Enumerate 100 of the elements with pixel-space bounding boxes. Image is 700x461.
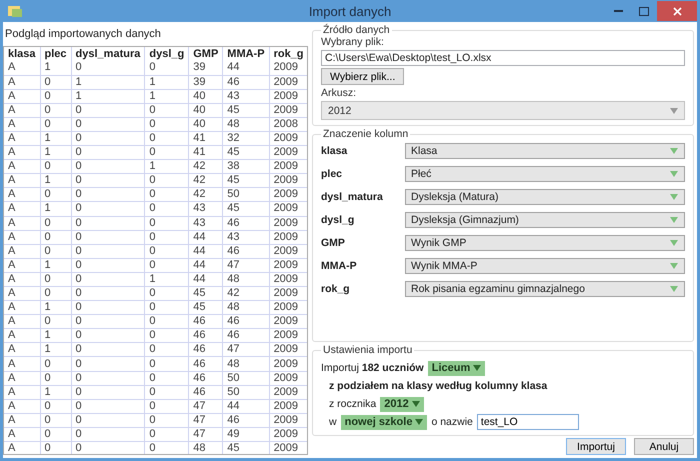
table-cell: 0 xyxy=(71,244,145,258)
table-cell: A xyxy=(4,413,40,428)
table-cell: 0 xyxy=(144,413,189,428)
table-cell: 0 xyxy=(40,371,72,386)
table-cell: 0 xyxy=(71,427,145,442)
table-cell: 1 xyxy=(40,328,72,343)
table-cell: 41 xyxy=(188,131,223,146)
meaning-dropdown[interactable]: Wynik GMP xyxy=(405,234,685,250)
table-cell: 0 xyxy=(71,258,145,272)
table-cell: 47 xyxy=(188,427,223,442)
table-cell: 42 xyxy=(188,160,223,174)
table-cell: 0 xyxy=(40,244,72,258)
meaning-dropdown[interactable]: Dysleksja (Gimnazjum) xyxy=(405,212,685,228)
table-cell: 0 xyxy=(71,342,145,357)
table-cell: 0 xyxy=(71,385,145,400)
table-cell: 2009 xyxy=(269,103,307,118)
year-label: z rocznika xyxy=(329,398,376,410)
column-header[interactable]: plec xyxy=(40,47,72,61)
close-button[interactable] xyxy=(657,1,697,21)
table-cell: 0 xyxy=(71,61,145,76)
table-cell: 2009 xyxy=(269,216,307,230)
column-header[interactable]: dysl_g xyxy=(144,47,189,61)
table-cell: 2009 xyxy=(269,202,307,216)
table-cell: 48 xyxy=(222,356,270,372)
column-name: klasa xyxy=(321,144,348,156)
meaning-dropdown[interactable]: Klasa xyxy=(405,142,685,158)
school-type-dropdown[interactable]: Liceum xyxy=(428,360,486,376)
table-cell: A xyxy=(4,244,40,258)
table-cell: 0 xyxy=(40,117,72,132)
import-button[interactable]: Importuj xyxy=(566,438,626,455)
field-label: Arkusz: xyxy=(321,87,358,99)
table-cell: 0 xyxy=(71,328,145,343)
table-cell: 1 xyxy=(71,75,145,90)
table-cell: 0 xyxy=(71,371,145,386)
table-cell: 44 xyxy=(188,272,223,286)
table-cell: A xyxy=(4,272,40,286)
year-dropdown[interactable]: 2012 xyxy=(380,396,424,412)
table-cell: 1 xyxy=(40,131,72,146)
meaning-dropdown[interactable]: Dysleksja (Matura) xyxy=(405,188,685,204)
table-cell: 0 xyxy=(40,399,72,414)
dropdown-arrow-icon xyxy=(670,194,678,200)
dropdown-arrow-icon xyxy=(670,108,678,114)
dropdown-arrow-icon xyxy=(670,286,678,292)
table-cell: 0 xyxy=(71,300,145,315)
sheet-dropdown[interactable]: 2012 xyxy=(321,101,685,120)
table-cell: A xyxy=(4,174,40,188)
column-header[interactable]: GMP xyxy=(188,47,223,61)
table-cell: A xyxy=(4,202,40,216)
table-cell: 44 xyxy=(222,399,270,414)
table-cell: 2009 xyxy=(269,258,307,272)
table-cell: A xyxy=(4,188,40,202)
table-cell: 2009 xyxy=(269,244,307,258)
table-cell: 0 xyxy=(40,272,72,286)
table-cell: A xyxy=(4,442,40,454)
table-cell: A xyxy=(4,131,40,146)
table-cell: 0 xyxy=(40,230,72,244)
school-name-field[interactable]: test_LO xyxy=(476,414,579,430)
file-path-field[interactable]: C:\Users\Ewa\Desktop\test_LO.xlsx xyxy=(321,50,685,66)
table-cell: 0 xyxy=(144,61,189,76)
table-cell: 42 xyxy=(188,174,223,188)
table-cell: 44 xyxy=(188,258,223,272)
dropdown-arrow-icon xyxy=(415,419,424,425)
table-cell: 45 xyxy=(188,300,223,315)
table-cell: A xyxy=(4,146,40,160)
table-cell: 42 xyxy=(188,188,223,202)
table-cell: 0 xyxy=(144,117,189,132)
table-cell: 41 xyxy=(188,146,223,160)
table-cell: 46 xyxy=(222,413,270,428)
meaning-dropdown[interactable]: Rok pisania egzaminu gimnazjalnego xyxy=(405,280,685,296)
table-cell: 2009 xyxy=(269,131,307,146)
table-cell: 2009 xyxy=(269,300,307,315)
meaning-dropdown[interactable]: Płeć xyxy=(405,166,685,182)
table-cell: 46 xyxy=(188,371,223,386)
target-school-dropdown[interactable]: nowej szkole xyxy=(340,414,428,430)
window-title: Import danych xyxy=(308,4,392,18)
table-cell: 2009 xyxy=(269,385,307,400)
table-cell: 0 xyxy=(144,188,189,202)
table-cell: 0 xyxy=(144,356,189,372)
table-cell: 0 xyxy=(144,146,189,160)
table-cell: 0 xyxy=(144,371,189,386)
table-cell: 40 xyxy=(188,103,223,118)
table-cell: 1 xyxy=(144,89,189,104)
table-cell: 0 xyxy=(144,244,189,258)
table-cell: 43 xyxy=(188,216,223,230)
table-cell: 0 xyxy=(71,188,145,202)
table-cell: 32 xyxy=(222,131,270,146)
choose-file-button[interactable]: Wybierz plik... xyxy=(321,68,404,85)
table-cell: 48 xyxy=(222,300,270,315)
meaning-dropdown[interactable]: Wynik MMA-P xyxy=(405,258,685,274)
cancel-button[interactable]: Anuluj xyxy=(634,438,694,455)
table-cell: 44 xyxy=(188,230,223,244)
table-cell: 2009 xyxy=(269,328,307,343)
table-cell: 48 xyxy=(222,117,270,132)
table-cell: 0 xyxy=(40,216,72,230)
table-cell: 0 xyxy=(40,75,72,90)
table-cell: 46 xyxy=(188,342,223,357)
column-header[interactable]: MMA-P xyxy=(222,47,270,61)
column-header[interactable]: dysl_matura xyxy=(71,47,145,61)
table-cell: 43 xyxy=(222,89,270,104)
table-cell: 46 xyxy=(222,244,270,258)
